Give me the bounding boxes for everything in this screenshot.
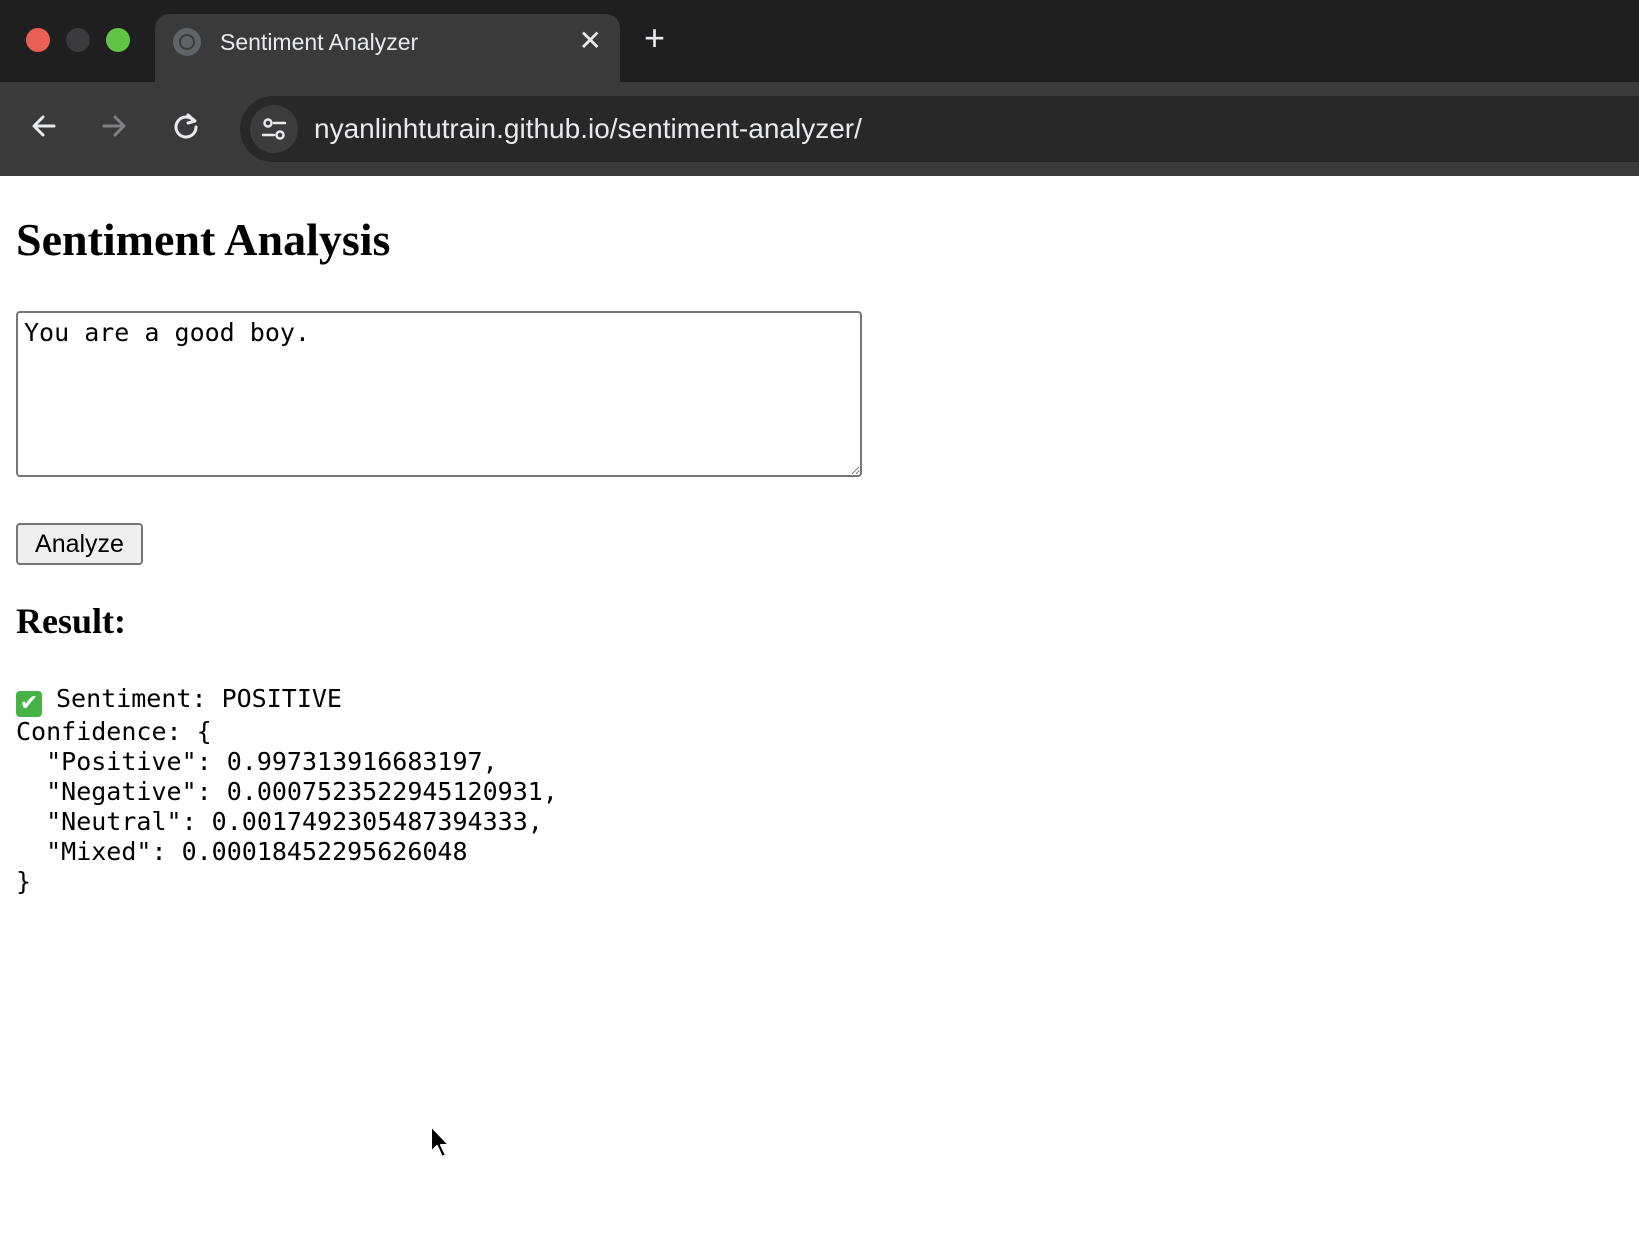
forward-icon[interactable] (100, 106, 128, 149)
check-mark-icon: ✔ (16, 691, 42, 717)
close-icon[interactable]: ✕ (579, 26, 602, 56)
page-title: Sentiment Analysis (16, 214, 391, 265)
globe-icon (173, 28, 201, 56)
tab-strip: Sentiment Analyzer ✕ + (0, 0, 1639, 82)
page-content: Sentiment Analysis You are a good boy. A… (0, 176, 1639, 1257)
confidence-positive: "Positive": 0.997313916683197, (16, 747, 498, 776)
maximize-window-button[interactable] (106, 28, 130, 52)
sentiment-text: Sentiment: POSITIVE (56, 684, 342, 713)
back-icon[interactable] (30, 106, 58, 149)
confidence-neutral: "Neutral": 0.0017492305487394333, (16, 807, 543, 836)
reload-icon[interactable] (172, 106, 200, 149)
browser-toolbar: nyanlinhtutrain.github.io/sentiment-anal… (0, 82, 1639, 176)
text-input[interactable]: You are a good boy. (16, 311, 862, 477)
browser-tab[interactable]: Sentiment Analyzer ✕ (155, 14, 620, 82)
minimize-window-button[interactable] (66, 28, 90, 52)
confidence-negative: "Negative": 0.0007523522945120931, (16, 777, 558, 806)
address-bar[interactable]: nyanlinhtutrain.github.io/sentiment-anal… (240, 96, 1639, 162)
confidence-mixed: "Mixed": 0.00018452295626048 (16, 837, 468, 866)
confidence-close: } (16, 867, 32, 896)
sentiment-line: ✔ Sentiment: POSITIVE (16, 684, 558, 717)
url-text[interactable]: nyanlinhtutrain.github.io/sentiment-anal… (314, 113, 862, 145)
site-settings-icon[interactable] (250, 105, 298, 153)
new-tab-button[interactable]: + (644, 18, 665, 58)
analyze-button[interactable]: Analyze (16, 523, 143, 565)
tab-title: Sentiment Analyzer (220, 29, 419, 55)
result-heading: Result: (16, 601, 126, 641)
confidence-open: Confidence: { (16, 717, 212, 746)
browser-chrome: Sentiment Analyzer ✕ + nyanlinhtutrain.g… (0, 0, 1639, 176)
close-window-button[interactable] (26, 28, 50, 52)
result-output: ✔ Sentiment: POSITIVE Confidence: { "Posi… (16, 684, 558, 897)
